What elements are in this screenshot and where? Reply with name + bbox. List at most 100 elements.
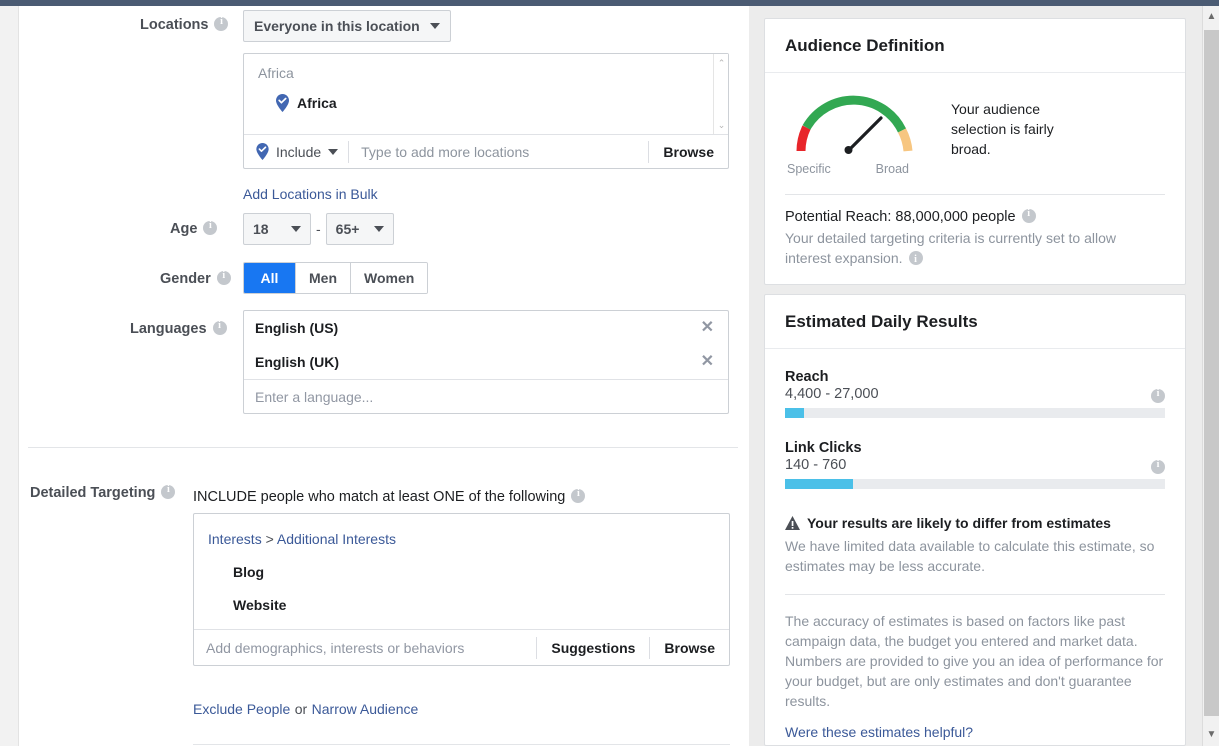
page-scrollbar-thumb[interactable]: [1204, 30, 1219, 716]
include-label: Include: [276, 143, 322, 160]
estimated-daily-results-body: Reach 4,400 - 27,000 Link Clicks 140 - 7…: [765, 349, 1185, 746]
detailed-targeting-info-icon[interactable]: [161, 484, 176, 499]
metric-name: Reach: [785, 369, 829, 385]
estimates-feedback-link[interactable]: Were these estimates helpful?: [785, 724, 973, 740]
gender-segmented-control: All Men Women: [243, 262, 429, 294]
gender-option-men[interactable]: Men: [296, 263, 351, 293]
languages-info-icon[interactable]: [212, 320, 227, 335]
detailed-targeting-label: Detailed Targeting: [30, 485, 156, 501]
location-search-input[interactable]: Type to add more locations: [349, 144, 648, 160]
location-region-header: Africa: [258, 65, 294, 81]
exclude-people-link[interactable]: Exclude People: [193, 701, 290, 717]
age-range-separator: -: [316, 221, 321, 237]
include-exclude-dropdown[interactable]: Include: [244, 135, 348, 168]
scroll-up-icon[interactable]: ⌃: [714, 56, 729, 70]
potential-reach-line: Potential Reach: 88,000,000 people: [785, 208, 1165, 225]
detailed-targeting-include-header: INCLUDE people who match at least ONE of…: [193, 489, 566, 505]
section-divider: [28, 447, 738, 448]
page-scrollbar[interactable]: ▲ ▼: [1202, 6, 1219, 746]
estimates-warning-title: Your results are likely to differ from e…: [807, 515, 1111, 531]
targeting-item[interactable]: Blog: [233, 564, 729, 580]
estimates-warning: Your results are likely to differ from e…: [785, 515, 1165, 531]
gauge-label-broad: Broad: [875, 162, 909, 176]
remove-language-icon[interactable]: ✕: [701, 354, 714, 370]
interest-expansion-text: Your detailed targeting criteria is curr…: [785, 230, 1116, 266]
audience-definition-title: Audience Definition: [765, 19, 1185, 73]
breadcrumb-interests[interactable]: Interests: [208, 531, 262, 547]
potential-reach-info-icon[interactable]: [1021, 208, 1036, 223]
locations-input-row: Include Type to add more locations Brows…: [244, 134, 728, 168]
language-input[interactable]: Enter a language...: [244, 379, 728, 413]
estimated-daily-results-panel: Estimated Daily Results Reach 4,400 - 27…: [764, 294, 1186, 746]
locations-list: Africa Africa ⌃ ⌄: [244, 54, 728, 134]
targeting-item[interactable]: Website: [233, 597, 729, 613]
locations-info-icon[interactable]: [214, 16, 229, 31]
metric-bar-track: [785, 408, 1165, 418]
detailed-targeting-input[interactable]: Add demographics, interests or behaviors: [194, 640, 536, 656]
metric-bar-track: [785, 479, 1165, 489]
scroll-down-icon[interactable]: ⌄: [714, 118, 729, 132]
chevron-down-icon: [328, 148, 339, 155]
estimated-daily-results-title: Estimated Daily Results: [765, 295, 1185, 349]
interest-expansion-note: Your detailed targeting criteria is curr…: [785, 228, 1165, 284]
age-info-icon[interactable]: [203, 220, 218, 235]
section-divider-bottom: [193, 744, 730, 745]
locations-box: Africa Africa ⌃ ⌄ Include Type to add mo…: [243, 53, 729, 169]
divider: [785, 194, 1165, 195]
metric-link-clicks: Link Clicks 140 - 760: [785, 440, 1165, 489]
breadcrumb-additional-interests[interactable]: Additional Interests: [277, 531, 396, 547]
detailed-targeting-list: Interests > Additional Interests Blog We…: [194, 514, 729, 629]
detailed-targeting-browse-button[interactable]: Browse: [650, 640, 729, 656]
metric-value: 140 - 760: [785, 457, 847, 473]
languages-box: English (US) ✕ English (UK) ✕ Enter a la…: [243, 310, 729, 414]
estimates-warning-body: We have limited data available to calcul…: [785, 538, 1155, 574]
languages-label: Languages: [130, 321, 207, 337]
reach-info-icon[interactable]: [1151, 388, 1165, 403]
gauge-axis-labels: Specific Broad: [787, 162, 909, 176]
detailed-targeting-input-row: Add demographics, interests or behaviors…: [194, 629, 729, 665]
remove-language-icon[interactable]: ✕: [701, 320, 714, 336]
potential-reach-text: Potential Reach: 88,000,000 people: [785, 209, 1016, 225]
language-item: English (US) ✕: [244, 311, 728, 345]
metric-value: 4,400 - 27,000: [785, 386, 879, 402]
interest-expansion-info-icon[interactable]: [908, 250, 923, 270]
breadcrumb-separator: >: [265, 531, 274, 547]
location-chip[interactable]: Africa: [276, 94, 706, 112]
gender-option-women[interactable]: Women: [351, 263, 428, 293]
metric-reach: Reach 4,400 - 27,000: [785, 369, 1165, 418]
locations-browse-button[interactable]: Browse: [649, 144, 728, 160]
page-scroll-up-icon[interactable]: ▲: [1203, 6, 1219, 28]
gender-info-icon[interactable]: [216, 270, 231, 285]
language-item-label: English (UK): [255, 354, 339, 370]
gauge-icon: [796, 95, 913, 154]
suggestions-button[interactable]: Suggestions: [537, 640, 649, 656]
breadcrumb: Interests > Additional Interests: [208, 531, 729, 547]
page-scroll-down-icon[interactable]: ▼: [1203, 724, 1219, 746]
audience-gauge-section: Specific Broad Your audience selection i…: [785, 89, 1165, 176]
age-max-value: 65+: [335, 221, 360, 237]
chevron-down-icon: [373, 226, 384, 232]
left-page-gutter: [0, 6, 19, 746]
link-clicks-info-icon[interactable]: [1151, 459, 1165, 474]
audience-gauge: Specific Broad: [785, 89, 935, 176]
include-info-icon[interactable]: [571, 488, 586, 503]
warning-triangle-icon: [785, 516, 800, 530]
age-min-select[interactable]: 18: [243, 213, 311, 245]
chevron-down-icon: [291, 226, 301, 232]
gauge-label-specific: Specific: [787, 162, 831, 176]
narrow-audience-link[interactable]: Narrow Audience: [312, 701, 419, 717]
gender-label: Gender: [160, 271, 211, 287]
add-locations-bulk-link[interactable]: Add Locations in Bulk: [243, 186, 378, 202]
gender-option-all[interactable]: All: [244, 263, 296, 293]
audience-gauge-message: Your audience selection is fairly broad.: [951, 101, 1054, 157]
metric-name: Link Clicks: [785, 440, 862, 456]
age-label: Age: [170, 221, 198, 237]
location-scope-dropdown[interactable]: Everyone in this location: [243, 10, 451, 42]
audience-definition-panel: Audience Definition Specific Broad Your …: [764, 18, 1186, 285]
age-max-select[interactable]: 65+: [325, 213, 394, 245]
location-chip-label: Africa: [297, 95, 337, 111]
detailed-targeting-box: Interests > Additional Interests Blog We…: [193, 513, 730, 666]
metric-bar-fill: [785, 479, 854, 489]
metric-bar-fill: [785, 408, 804, 418]
locations-inner-scrollbar[interactable]: ⌃ ⌄: [713, 54, 728, 134]
